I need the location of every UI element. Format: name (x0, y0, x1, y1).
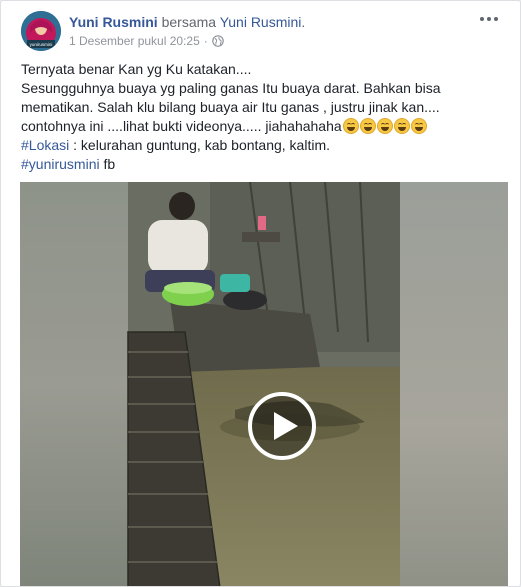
post-card: yunirusmini Yuni Rusmini bersama Yuni Ru… (0, 0, 521, 587)
post-line-hashtag: #yunirusmini fb (21, 155, 506, 174)
laughing-emoji-icon (376, 118, 393, 134)
laughing-emoji-icon (393, 118, 410, 134)
post-line-2: Sesungguhnya buaya yg paling ganas Itu b… (21, 80, 441, 96)
video-player[interactable] (20, 182, 508, 586)
meta-separator: · (203, 34, 208, 48)
post-body: Ternyata benar Kan yg Ku katakan.... Ses… (21, 60, 506, 174)
post-meta: 1 Desember pukul 20:25 · (69, 34, 224, 48)
globe-icon[interactable] (211, 35, 224, 47)
video-thumbnail (20, 182, 508, 586)
post-line-3: mematikan. Salah klu bilang buaya air It… (21, 99, 440, 115)
tagged-suffix: . (301, 14, 306, 30)
author-name-link[interactable]: Yuni Rusmini (69, 14, 158, 30)
emoji-row (342, 118, 427, 134)
more-options-icon[interactable] (477, 11, 501, 27)
hashtag-suffix: fb (99, 156, 116, 172)
avatar-caption: yunirusmini (30, 42, 53, 47)
avatar-image: yunirusmini (21, 11, 61, 51)
play-icon[interactable] (247, 391, 317, 461)
post-line-4-wrap: contohnya ini ....lihat bukti videonya..… (21, 117, 506, 136)
laughing-emoji-icon (359, 118, 376, 134)
with-text: bersama (161, 14, 217, 30)
location-text: : kelurahan guntung, kab bontang, kaltim… (69, 137, 330, 153)
post-line-1: Ternyata benar Kan yg Ku katakan.... (21, 61, 252, 77)
author-line: Yuni Rusmini bersama Yuni Rusmini. (69, 14, 305, 30)
avatar[interactable]: yunirusmini (21, 11, 61, 51)
tagged-user-link[interactable]: Yuni Rusmini (220, 14, 302, 30)
post-line-4: contohnya ini ....lihat bukti videonya..… (21, 118, 342, 134)
hashtag-lokasi-link[interactable]: #Lokasi (21, 137, 69, 153)
laughing-emoji-icon (410, 118, 427, 134)
post-timestamp-link[interactable]: 1 Desember pukul 20:25 (69, 34, 200, 48)
post-header: yunirusmini Yuni Rusmini bersama Yuni Ru… (21, 11, 501, 55)
hashtag-yunirusmini-link[interactable]: #yunirusmini (21, 156, 100, 172)
laughing-emoji-icon (342, 118, 359, 134)
post-line-location: #Lokasi : kelurahan guntung, kab bontang… (21, 136, 506, 155)
